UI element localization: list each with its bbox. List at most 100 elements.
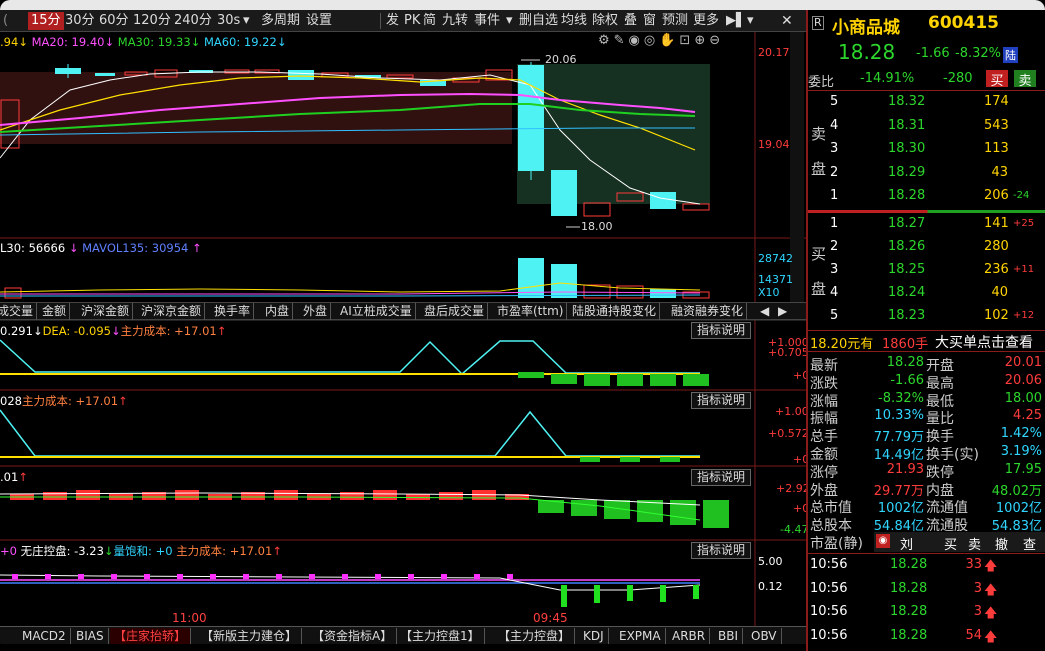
- tick-row: 10:56 18.28 54 🡅: [808, 628, 1045, 648]
- bid-row[interactable]: 3 18.25 236 +11: [808, 262, 1045, 282]
- panel3-bar: [373, 490, 397, 500]
- ask-price: 18.29: [888, 164, 926, 180]
- ma20-arrow-icon: ↓: [104, 35, 115, 49]
- tab-fund-a[interactable]: 【资金指标A】: [308, 628, 398, 644]
- tab-obv[interactable]: OBV: [747, 628, 782, 644]
- ma5-arrow-icon: ↓: [18, 35, 28, 49]
- price-change: -1.66: [916, 46, 950, 61]
- tab-outer[interactable]: 外盘: [300, 303, 332, 320]
- tab-expma[interactable]: EXPMA: [615, 628, 666, 644]
- panel4-mark: [276, 574, 282, 579]
- tab-arbr[interactable]: ARBR: [668, 628, 711, 644]
- tab-margin[interactable]: 融资融券变化: [668, 303, 748, 320]
- tab-pe-ttm[interactable]: 市盈率(ttm): [494, 303, 568, 320]
- low-annotation: 18.00: [581, 220, 613, 233]
- chart-tool-icons[interactable]: ⚙✎◉◎✋⊡⊕⊖: [598, 33, 724, 48]
- bid-level: 5: [830, 308, 839, 323]
- tick-volume: 3: [973, 580, 982, 596]
- ask-level: 3: [830, 141, 839, 156]
- tab-amount[interactable]: 金额: [39, 303, 71, 320]
- tick-price: 18.28: [890, 627, 928, 643]
- tab-after-hours[interactable]: 盘后成交量: [421, 303, 489, 320]
- bid-price: 18.27: [888, 216, 926, 231]
- tick-price: 18.28: [890, 604, 928, 619]
- ask-level: 2: [830, 164, 839, 180]
- panel2-arrow-icon: ↑: [118, 394, 128, 408]
- tab-hk-connect[interactable]: 陆股通持股变化: [569, 303, 661, 320]
- ask-price: 18.28: [888, 188, 926, 203]
- panel1-arrow-icon: ↓: [32, 324, 43, 338]
- tab-control[interactable]: 【主力控盘】: [494, 628, 576, 644]
- big-order-price: 18.20元有: [810, 337, 874, 352]
- stat-right-value: 18.00: [1004, 390, 1042, 406]
- tick-row: 10:56 18.28 3 🡅: [808, 604, 1045, 624]
- bid-row[interactable]: 4 18.24 40: [808, 285, 1045, 305]
- big-order-link[interactable]: 大买单点击查看: [935, 332, 1033, 352]
- panel4-no-control: 无庄控盘: -3.23: [20, 544, 104, 558]
- panel1-explain-button[interactable]: 指标说明: [691, 322, 751, 339]
- ask-row[interactable]: 5 18.32 174: [808, 94, 1045, 114]
- quote-panel: R 小商品城 600415 18.28 -1.66 -8.32% 陆 委比 -1…: [806, 10, 1045, 651]
- tab-hs-amount[interactable]: 沪深金额: [78, 303, 134, 320]
- bid-volume: 236: [984, 262, 1009, 277]
- tick-up-arrow-icon: 🡅: [984, 559, 998, 574]
- ask-level: 4: [830, 117, 839, 133]
- ma20-value: MA20: 19.40: [31, 35, 105, 49]
- tab-ai-volume[interactable]: AI立桩成交量: [337, 303, 416, 320]
- tab-bbi[interactable]: BBI: [714, 628, 744, 644]
- popup-tab-cancel[interactable]: 撤: [995, 534, 1008, 553]
- ask-row[interactable]: 2 18.29 43: [808, 165, 1045, 185]
- panel4-mark: [408, 574, 414, 579]
- panel4-mark: [78, 574, 84, 579]
- popup-tab-sell[interactable]: 卖: [968, 534, 981, 553]
- stat-left-value: -8.32%: [878, 390, 924, 406]
- ask-volume: 43: [991, 164, 1008, 180]
- stat-left-value: 77.79万: [873, 430, 924, 446]
- popup-tab-buy[interactable]: 买: [944, 534, 957, 553]
- ask-price: 18.31: [888, 117, 926, 133]
- trading-window: { "top_menu": ["八", "自选", "F10/F9", "周期"…: [0, 0, 1045, 651]
- tick-time: 10:56: [810, 557, 848, 572]
- panel3-axis-2: -4.47: [780, 523, 809, 536]
- popup-tab-liu[interactable]: 刘: [900, 534, 913, 553]
- ask-row[interactable]: 1 18.28 206 -24: [808, 188, 1045, 208]
- tab-kdj[interactable]: KDJ: [579, 628, 609, 644]
- bid-volume: 141: [984, 216, 1009, 231]
- tab-turnover[interactable]: 换手率: [211, 303, 255, 320]
- ask-row[interactable]: 4 18.31 543: [808, 118, 1045, 138]
- trade-popup-bar: ◉ 刘 买 卖 撤 查: [874, 532, 1045, 553]
- panel4-explain-button[interactable]: 指标说明: [691, 542, 751, 559]
- tab-macd2[interactable]: MACD2: [18, 628, 71, 644]
- panel4-mark: [111, 574, 117, 579]
- buy-button[interactable]: 买: [986, 70, 1008, 89]
- tabs-scroll-left-icon[interactable]: ◀: [757, 303, 772, 320]
- bid-row[interactable]: 5 18.23 102 +12: [808, 308, 1045, 328]
- trade-logo-icon: ◉: [876, 534, 890, 548]
- panel2-explain-button[interactable]: 指标说明: [691, 392, 751, 409]
- volume-axis-unit: X10: [758, 286, 780, 299]
- bid-change: +11: [1013, 264, 1035, 275]
- tab-volume[interactable]: 成交量: [0, 303, 38, 320]
- ask-row[interactable]: 3 18.30 113: [808, 141, 1045, 161]
- tab-control1[interactable]: 【主力控盘1】: [396, 628, 485, 644]
- tabs-scroll-right-icon[interactable]: ▶: [775, 303, 790, 320]
- bid-row[interactable]: 1 18.27 141 +25: [808, 216, 1045, 236]
- ma5-value: .94: [0, 35, 19, 49]
- stat-right-value: 20.06: [1004, 372, 1042, 388]
- bid-row[interactable]: 2 18.26 280: [808, 239, 1045, 259]
- stat-left-value: 14.49亿: [873, 448, 924, 463]
- popup-tab-query[interactable]: 查: [1023, 534, 1036, 553]
- panel3-explain-button[interactable]: 指标说明: [691, 469, 751, 486]
- tab-zhuangjia[interactable]: 【庄家抬轿】: [110, 628, 192, 644]
- tab-hsj-amount[interactable]: 沪深京金额: [138, 303, 206, 320]
- tab-inner[interactable]: 内盘: [262, 303, 294, 320]
- tab-bias[interactable]: BIAS: [72, 628, 109, 644]
- panel4-mark: [45, 574, 51, 579]
- panel1-axis-1: +0.705: [768, 346, 809, 359]
- tab-new-build[interactable]: 【新版主力建仓】: [197, 628, 303, 644]
- mavol30-value: L30: 56666: [0, 241, 66, 255]
- bid-price: 18.26: [888, 239, 926, 254]
- sell-button[interactable]: 卖: [1014, 70, 1036, 89]
- hk-connect-badge: 陆: [1003, 47, 1018, 63]
- panel3-value: .01: [0, 470, 19, 484]
